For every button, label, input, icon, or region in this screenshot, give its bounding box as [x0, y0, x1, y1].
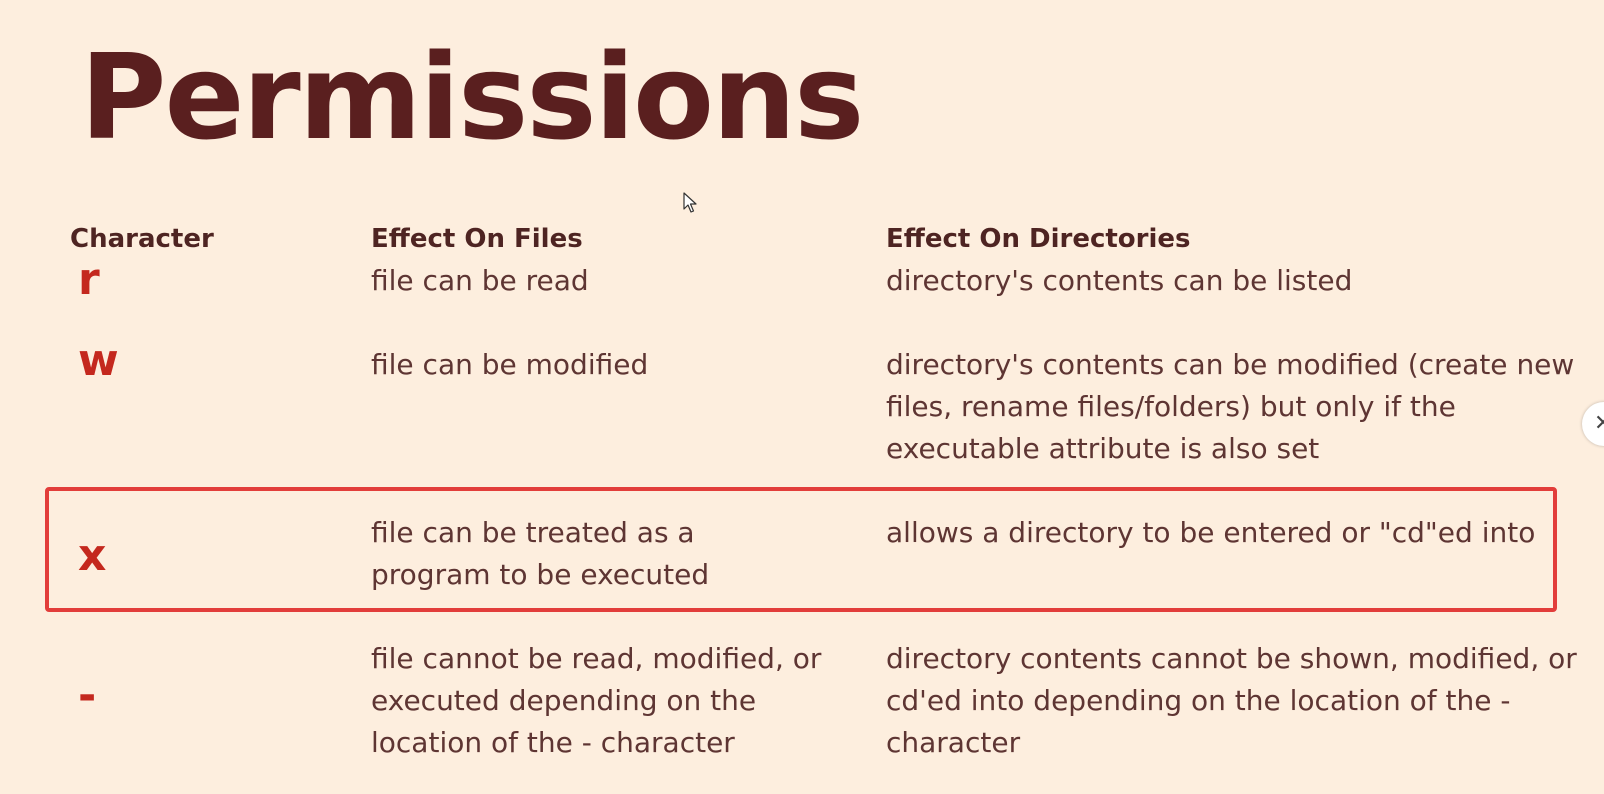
read-effect-on-directories: directory's contents can be listed [886, 264, 1353, 297]
slide-title: Permissions [80, 28, 864, 166]
execute-effect-on-files: file can be treated as a program to be e… [371, 516, 710, 591]
permission-char-execute: x [78, 530, 107, 581]
permission-char-none: - [78, 670, 97, 721]
none-effect-on-directories: directory contents cannot be shown, modi… [886, 642, 1577, 759]
header-effect-on-directories: Effect On Directories [886, 224, 1191, 254]
header-character: Character [70, 224, 214, 254]
none-effect-on-files: file cannot be read, modified, or execut… [371, 642, 822, 759]
read-effect-on-files: file can be read [371, 264, 589, 297]
permission-char-read: r [78, 254, 100, 305]
execute-effect-on-directories: allows a directory to be entered or "cd"… [886, 516, 1536, 549]
permission-char-write: w [78, 335, 119, 386]
write-effect-on-directories: directory's contents can be modified (cr… [886, 348, 1575, 465]
mouse-pointer-icon [683, 192, 697, 213]
header-effect-on-files: Effect On Files [371, 224, 583, 254]
write-effect-on-files: file can be modified [371, 348, 649, 381]
